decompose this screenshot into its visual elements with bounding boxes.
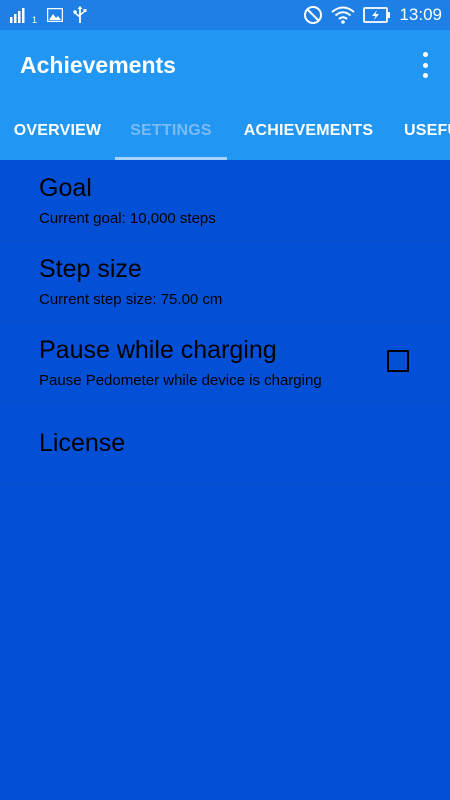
sim-label: 1 [32, 15, 38, 25]
more-vert-icon[interactable] [420, 52, 430, 78]
pref-license[interactable]: License [0, 403, 450, 484]
status-bar: 1 13:09 [0, 0, 450, 30]
pref-goal[interactable]: Goal Current goal: 10,000 steps [0, 160, 450, 241]
page-title: Achievements [20, 52, 176, 78]
pref-license-title: License [39, 429, 126, 457]
image-icon [47, 8, 64, 22]
pref-goal-summary: Current goal: 10,000 steps [39, 210, 216, 227]
pref-step-size[interactable]: Step size Current step size: 75.00 cm [0, 241, 450, 322]
pause-charging-checkbox[interactable] [387, 350, 409, 372]
tab-settings[interactable]: SETTINGS [115, 104, 227, 160]
wifi-icon [331, 6, 356, 24]
battery-charging-icon [363, 7, 391, 23]
pref-step-size-summary: Current step size: 75.00 cm [39, 291, 223, 308]
status-time: 13:09 [399, 5, 442, 24]
pref-pause-title: Pause while charging [39, 336, 277, 364]
pref-pause-while-charging[interactable]: Pause while charging Pause Pedometer whi… [0, 322, 450, 403]
pref-step-size-title: Step size [39, 255, 142, 283]
do-not-disturb-icon [303, 5, 323, 25]
pref-goal-title: Goal [39, 174, 92, 202]
tab-bar: OVERVIEW SETTINGS ACHIEVEMENTS USEFU [0, 104, 450, 160]
tab-achievements[interactable]: ACHIEVEMENTS [227, 104, 390, 160]
signal-icon [10, 7, 30, 23]
tab-useful[interactable]: USEFU [404, 104, 450, 160]
app-bar: Achievements [0, 30, 450, 104]
pref-pause-summary: Pause Pedometer while device is charging [39, 372, 322, 389]
tab-overview[interactable]: OVERVIEW [0, 104, 115, 160]
usb-icon [73, 6, 87, 24]
